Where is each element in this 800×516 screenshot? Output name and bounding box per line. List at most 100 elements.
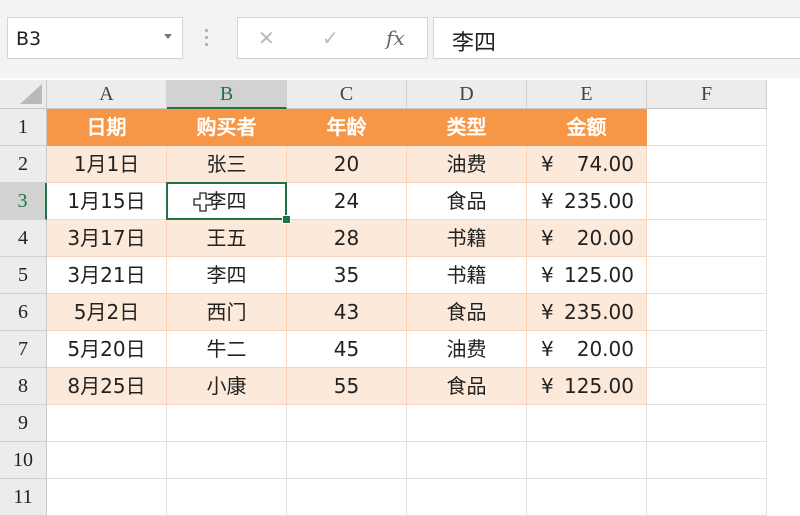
type-cell[interactable]: 书籍 [407, 257, 527, 294]
formula-input[interactable]: 李四 [433, 17, 800, 59]
table-header-cell[interactable]: 年龄 [287, 109, 407, 146]
amount-cell[interactable]: ¥235.00 [527, 183, 647, 220]
buyer-cell[interactable]: 西门 [167, 294, 287, 331]
amount-cell[interactable]: ¥74.00 [527, 146, 647, 183]
row-header-7[interactable]: 7 [0, 331, 47, 368]
row-header-6[interactable]: 6 [0, 294, 47, 331]
date-cell[interactable]: 8月25日 [47, 368, 167, 405]
empty-cell[interactable] [647, 442, 767, 479]
formula-value: 李四 [452, 31, 497, 56]
amount-cell[interactable]: ¥20.00 [527, 220, 647, 257]
age-cell[interactable]: 28 [287, 220, 407, 257]
date-cell[interactable]: 1月15日 [47, 183, 167, 220]
empty-cell[interactable] [527, 479, 647, 516]
row-header-10[interactable]: 10 [0, 442, 47, 479]
currency-symbol: ¥ [541, 189, 554, 213]
empty-cell[interactable] [647, 146, 767, 183]
table-header-cell[interactable]: 金额 [527, 109, 647, 146]
empty-cell[interactable] [647, 220, 767, 257]
amount-cell[interactable]: ¥125.00 [527, 257, 647, 294]
type-cell[interactable]: 油费 [407, 331, 527, 368]
type-cell[interactable]: 食品 [407, 183, 527, 220]
column-header-c[interactable]: C [287, 80, 407, 109]
currency-symbol: ¥ [541, 152, 554, 176]
amount-cell[interactable]: ¥125.00 [527, 368, 647, 405]
row-header-9[interactable]: 9 [0, 405, 47, 442]
empty-cell[interactable] [407, 405, 527, 442]
date-cell[interactable]: 1月1日 [47, 146, 167, 183]
empty-cell[interactable] [647, 109, 767, 146]
empty-cell[interactable] [647, 405, 767, 442]
type-cell[interactable]: 油费 [407, 146, 527, 183]
date-cell[interactable]: 5月2日 [47, 294, 167, 331]
row-header-4[interactable]: 4 [0, 220, 47, 257]
table-header-cell[interactable]: 购买者 [167, 109, 287, 146]
buyer-cell[interactable]: 小康 [167, 368, 287, 405]
amount-value: 20.00 [576, 226, 634, 250]
drag-handle-icon[interactable] [205, 29, 209, 50]
row-header-1[interactable]: 1 [0, 109, 47, 146]
buyer-cell[interactable]: 张三 [167, 146, 287, 183]
row-header-5[interactable]: 5 [0, 257, 47, 294]
type-cell[interactable]: 食品 [407, 294, 527, 331]
fill-handle[interactable] [282, 215, 291, 224]
empty-cell[interactable] [407, 479, 527, 516]
empty-cell[interactable] [647, 257, 767, 294]
date-cell[interactable]: 5月20日 [47, 331, 167, 368]
column-header-a[interactable]: A [47, 80, 167, 109]
empty-cell[interactable] [287, 442, 407, 479]
name-box[interactable]: B3 [7, 17, 183, 59]
empty-cell[interactable] [407, 442, 527, 479]
select-all-button[interactable] [0, 80, 47, 109]
row-header-2[interactable]: 2 [0, 146, 47, 183]
empty-cell[interactable] [527, 405, 647, 442]
currency-symbol: ¥ [541, 226, 554, 250]
buyer-cell[interactable]: 李四 [167, 183, 287, 220]
column-header-d[interactable]: D [407, 80, 527, 109]
empty-cell[interactable] [47, 479, 167, 516]
age-cell[interactable]: 24 [287, 183, 407, 220]
age-cell[interactable]: 45 [287, 331, 407, 368]
empty-cell[interactable] [647, 183, 767, 220]
check-icon[interactable]: ✓ [322, 26, 339, 50]
empty-cell[interactable] [47, 405, 167, 442]
empty-cell[interactable] [287, 405, 407, 442]
empty-cell[interactable] [527, 442, 647, 479]
buyer-cell[interactable]: 王五 [167, 220, 287, 257]
empty-cell[interactable] [167, 405, 287, 442]
empty-cell[interactable] [647, 331, 767, 368]
empty-cell[interactable] [647, 368, 767, 405]
date-cell[interactable]: 3月17日 [47, 220, 167, 257]
buyer-cell[interactable]: 李四 [167, 257, 287, 294]
table-header-cell[interactable]: 日期 [47, 109, 167, 146]
column-header-e[interactable]: E [527, 80, 647, 109]
empty-cell[interactable] [647, 479, 767, 516]
amount-value: 235.00 [564, 189, 634, 213]
type-cell[interactable]: 食品 [407, 368, 527, 405]
empty-cell[interactable] [167, 479, 287, 516]
empty-cell[interactable] [47, 442, 167, 479]
close-icon[interactable]: ✕ [258, 26, 275, 50]
empty-cell[interactable] [287, 479, 407, 516]
age-cell[interactable]: 43 [287, 294, 407, 331]
name-box-value: B3 [16, 28, 42, 50]
chevron-down-icon[interactable] [164, 34, 172, 39]
amount-cell[interactable]: ¥235.00 [527, 294, 647, 331]
row-header-8[interactable]: 8 [0, 368, 47, 405]
row-header-11[interactable]: 11 [0, 479, 47, 516]
currency-symbol: ¥ [541, 374, 554, 398]
column-header-f[interactable]: F [647, 80, 767, 109]
function-icon[interactable]: fx [386, 26, 405, 50]
column-header-b[interactable]: B [167, 80, 287, 109]
age-cell[interactable]: 55 [287, 368, 407, 405]
amount-cell[interactable]: ¥20.00 [527, 331, 647, 368]
date-cell[interactable]: 3月21日 [47, 257, 167, 294]
age-cell[interactable]: 20 [287, 146, 407, 183]
empty-cell[interactable] [167, 442, 287, 479]
type-cell[interactable]: 书籍 [407, 220, 527, 257]
buyer-cell[interactable]: 牛二 [167, 331, 287, 368]
empty-cell[interactable] [647, 294, 767, 331]
age-cell[interactable]: 35 [287, 257, 407, 294]
row-header-3[interactable]: 3 [0, 183, 47, 220]
table-header-cell[interactable]: 类型 [407, 109, 527, 146]
